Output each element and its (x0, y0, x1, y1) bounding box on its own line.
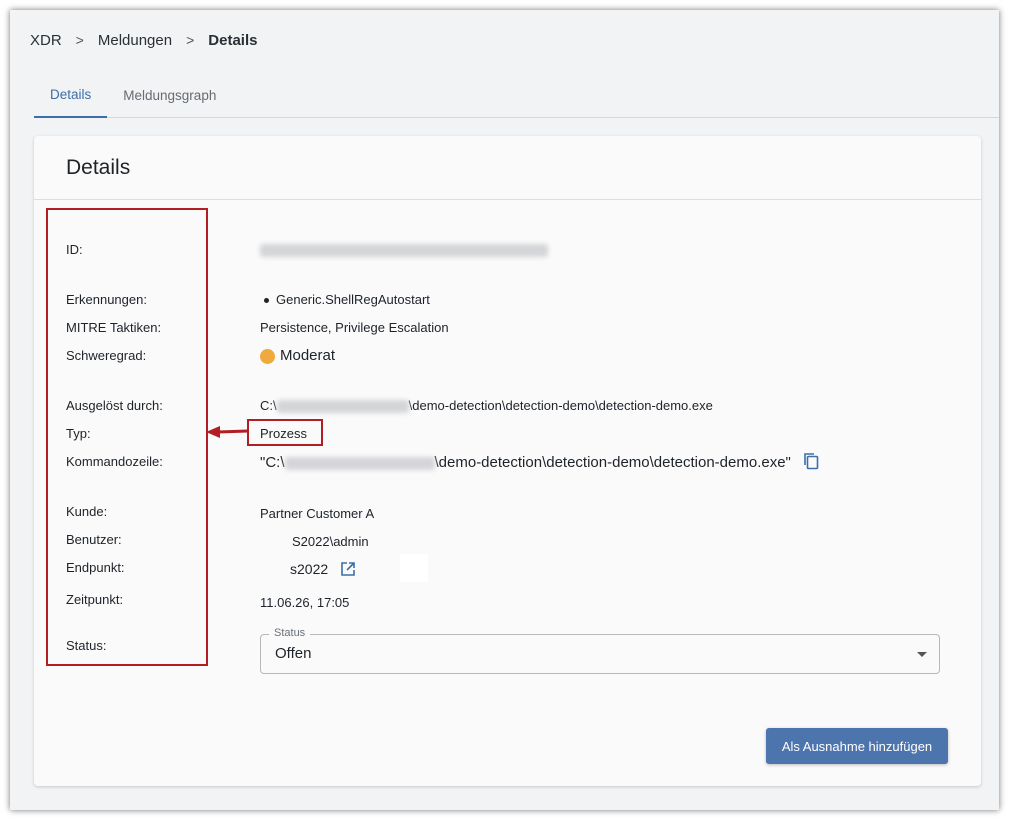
cmd-prefix: "C:\ (260, 453, 285, 471)
endpunkt-value: s2022 (290, 561, 356, 580)
redacted-path (276, 400, 409, 414)
redacted-id (260, 244, 548, 258)
breadcrumb-xdr[interactable]: XDR (30, 32, 62, 49)
endpoint-name[interactable]: s2022 (290, 561, 328, 577)
cmd-suffix: \demo-detection\detection-demo\detection… (434, 453, 791, 471)
severity-text: Moderat (280, 347, 336, 364)
details-card: Details ID: Erkennungen: Generic.ShellRe… (34, 136, 981, 786)
app-window: XDR > Meldungen > Details Details Meldun… (10, 10, 999, 810)
schweregrad-value: Moderat (260, 347, 335, 364)
zeitpunkt-value: 11.06.26, 17:05 (260, 595, 350, 610)
kunde-value: Partner Customer A (260, 506, 375, 521)
arrow-left-icon (206, 426, 248, 438)
breadcrumb-separator: > (186, 32, 195, 48)
tab-meldungsgraph[interactable]: Meldungsgraph (107, 72, 232, 118)
severity-dot-icon (260, 348, 275, 364)
id-value (260, 242, 548, 258)
path-suffix: \demo-detection\detection-demo\detection… (408, 398, 713, 413)
breadcrumb: XDR > Meldungen > Details (30, 30, 257, 50)
breadcrumb-separator: > (75, 32, 84, 48)
ausgeloest-value: C:\ \demo-detection\detection-demo\detect… (260, 398, 713, 414)
status-legend: Status (269, 627, 311, 639)
detection-name: Generic.ShellRegAutostart (276, 292, 430, 307)
breadcrumb-current: Details (208, 31, 258, 49)
kommando-value: "C:\ \demo-detection\detection-demo\detec… (260, 452, 819, 474)
bullet-icon (264, 298, 269, 304)
tab-bar: Details Meldungsgraph (34, 72, 999, 118)
status-select[interactable]: Status Offen (260, 627, 940, 674)
annotation-typ-box (247, 419, 323, 446)
annotation-label-box (46, 208, 208, 666)
chevron-down-icon[interactable] (917, 652, 927, 657)
card-title: Details (34, 136, 981, 200)
status-value: Offen (275, 645, 312, 662)
benutzer-value: S2022\admin (292, 534, 369, 549)
redaction-box (400, 554, 428, 582)
external-link-icon[interactable] (340, 561, 356, 580)
breadcrumb-meldungen[interactable]: Meldungen (98, 32, 172, 49)
mitre-value: Persistence, Privilege Escalation (260, 320, 449, 335)
path-prefix: C:\ (260, 398, 277, 413)
tab-details[interactable]: Details (34, 72, 108, 118)
add-exception-button[interactable]: Als Ausnahme hinzufügen (766, 728, 948, 764)
copy-icon[interactable] (803, 452, 819, 474)
erkennungen-value: Generic.ShellRegAutostart (260, 292, 430, 307)
redacted-cmd-path (284, 456, 435, 470)
